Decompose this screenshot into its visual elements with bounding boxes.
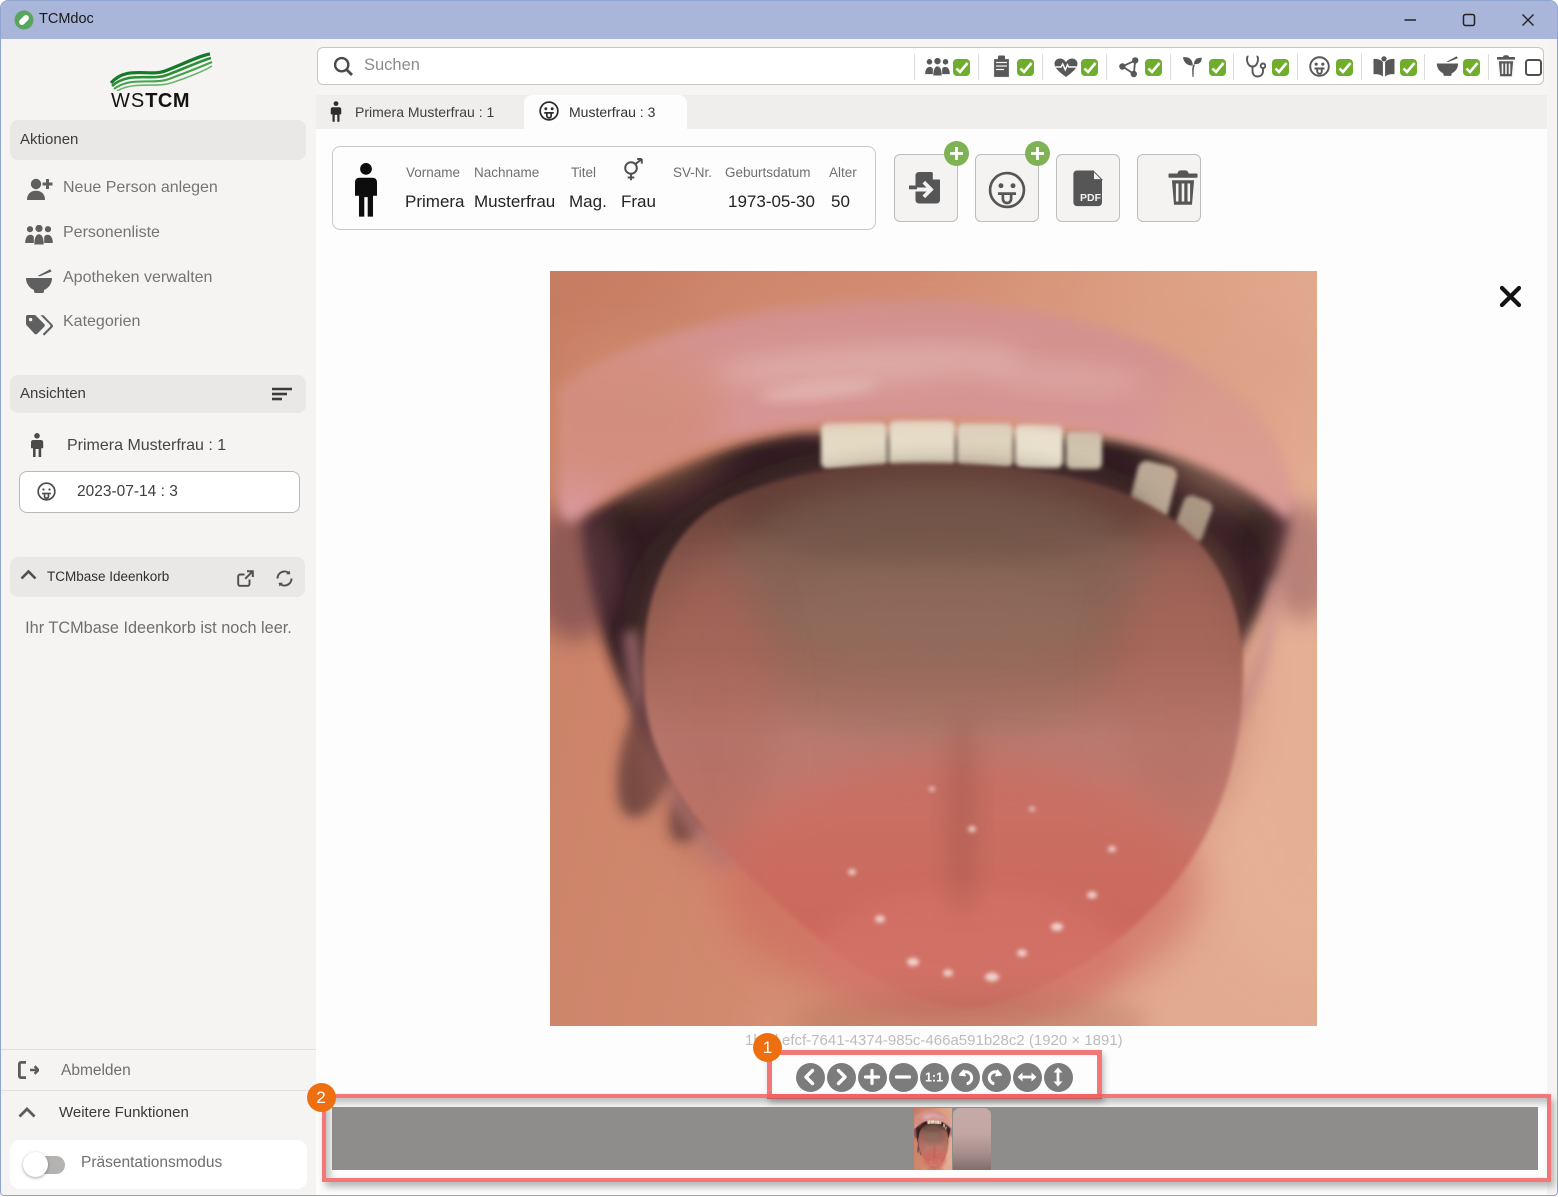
svg-text:PDF: PDF (1080, 192, 1102, 204)
svg-text:1:1: 1:1 (925, 1071, 943, 1085)
